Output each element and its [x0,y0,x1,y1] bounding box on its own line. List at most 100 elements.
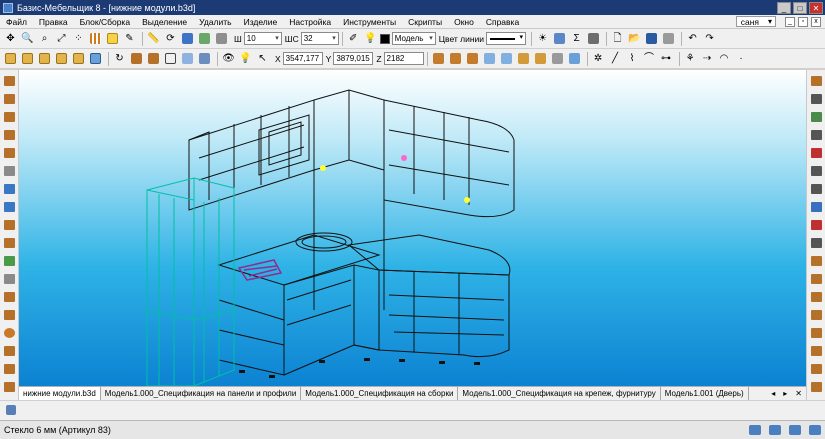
section-icon[interactable] [567,51,582,66]
redo-icon[interactable]: ↷ [702,31,717,46]
eye-icon[interactable]: 👁 [221,51,236,66]
arrow-icon[interactable] [533,51,548,66]
drill-icon[interactable] [809,272,823,286]
maximize-button[interactable]: □ [793,1,807,14]
trim-icon[interactable] [809,380,823,394]
tab-hardware-spec[interactable]: Модель1.000_Спецификация на крепеж, фурн… [458,386,661,401]
box-icon[interactable] [129,51,144,66]
zoom-in-icon[interactable]: 🔍 [20,31,35,46]
tab-door[interactable]: Модель1.001 (Дверь) [661,386,749,401]
hood-icon[interactable] [2,308,16,322]
hole-icon[interactable] [809,362,823,376]
mdi-minimize-button[interactable]: _ [785,16,795,27]
color-picker-icon[interactable]: ✐ [346,31,361,46]
menu-product[interactable]: Изделие [238,17,284,27]
tab-close-button[interactable]: ✕ [791,389,806,398]
user-select[interactable]: саня [735,16,776,27]
move-icon[interactable] [809,146,823,160]
point-icon[interactable]: · [734,51,749,66]
move-tool-icon[interactable]: ✥ [3,31,18,46]
cylinder-icon[interactable] [2,344,16,358]
plane-icon[interactable] [482,51,497,66]
layers-icon[interactable] [749,425,761,435]
profile-icon[interactable] [2,164,16,178]
ortho-icon[interactable] [789,425,801,435]
panel-icon[interactable] [146,51,161,66]
search-icon[interactable]: ⌕ [37,31,52,46]
tab-assembly-spec[interactable]: Модель1.000_Спецификация на сборки [301,386,459,401]
menu-block[interactable]: Блок/Сборка [74,17,136,27]
z-coordinate-input[interactable]: 2182 [383,52,424,65]
pointer-icon[interactable]: ⇢ [700,51,715,66]
panel-icon[interactable] [2,74,16,88]
sh-input[interactable]: 10 [243,32,282,45]
panel-h-icon[interactable] [431,51,446,66]
rotate-icon[interactable]: ⟳ [163,31,178,46]
view-icon[interactable] [180,31,195,46]
sink-icon[interactable] [2,272,16,286]
view-back-icon[interactable] [71,51,86,66]
wire-icon[interactable] [163,51,178,66]
line-style-select[interactable] [486,32,527,45]
align-icon[interactable] [214,31,229,46]
measure-icon[interactable]: 📏 [146,31,161,46]
handle-icon[interactable] [2,200,16,214]
dimension-icon[interactable] [516,51,531,66]
render-icon[interactable] [180,51,195,66]
shelf-icon[interactable] [550,51,565,66]
model-select[interactable]: Модель [391,32,436,45]
menu-settings[interactable]: Настройка [283,17,337,27]
shs-input[interactable]: 32 [300,32,339,45]
split-icon[interactable] [809,218,823,232]
panel-front-icon[interactable] [465,51,480,66]
snap-mode-icon[interactable] [769,425,781,435]
panel-v-icon[interactable] [448,51,463,66]
snap-icon[interactable] [105,31,120,46]
y-coordinate-input[interactable]: 3879,015 [333,52,374,65]
menu-help[interactable]: Справка [480,17,525,27]
hatch-icon[interactable]: ✲ [591,51,606,66]
facade-icon[interactable] [2,146,16,160]
mdi-restore-button[interactable]: ▫ [798,16,808,27]
glass-icon[interactable] [2,254,16,268]
pick-icon[interactable] [552,31,567,46]
sigma-icon[interactable]: Σ [569,31,584,46]
pencil-icon[interactable]: ✎ [122,31,137,46]
groove-icon[interactable] [809,308,823,322]
hinge-icon[interactable] [2,182,16,196]
chamfer-icon[interactable] [809,326,823,340]
view-front-icon[interactable] [3,51,18,66]
shelf-icon[interactable] [2,92,16,106]
door-icon[interactable] [2,110,16,124]
tab-panel-spec[interactable]: Модель1.000_Спецификация на панели и про… [101,386,302,401]
wall-icon[interactable] [809,74,823,88]
orbit-icon[interactable]: ↻ [112,51,127,66]
view-axon-icon[interactable] [88,51,103,66]
round-icon[interactable] [809,344,823,358]
tab-prev-button[interactable]: ◂ [767,389,779,398]
sphere-icon[interactable] [2,326,16,340]
grid-icon[interactable] [88,31,103,46]
array-icon[interactable] [809,110,823,124]
menu-edit[interactable]: Правка [33,17,74,27]
tab-model[interactable]: нижние модули.b3d [19,386,101,401]
light-bulb-icon[interactable]: 💡 [238,51,253,66]
grid-mode-icon[interactable] [809,425,821,435]
texture-icon[interactable] [197,51,212,66]
document-icon[interactable]: 🗋 [610,31,625,46]
menu-delete[interactable]: Удалить [193,17,237,27]
join-icon[interactable] [809,236,823,250]
menu-file[interactable]: Файл [0,17,33,27]
drawer-icon[interactable] [2,128,16,142]
polyline-icon[interactable]: ⌇ [625,51,640,66]
points-icon[interactable]: ⁘ [71,31,86,46]
undo-icon[interactable]: ↶ [685,31,700,46]
mdi-close-button[interactable]: x [811,16,821,27]
view-top-icon[interactable] [20,51,35,66]
info-icon[interactable] [6,405,16,415]
cursor-icon[interactable]: ↖ [255,51,270,66]
wizard-icon[interactable]: ⚘ [683,51,698,66]
frame-icon[interactable] [809,92,823,106]
color-swatch[interactable] [379,33,390,44]
save-icon[interactable] [644,31,659,46]
